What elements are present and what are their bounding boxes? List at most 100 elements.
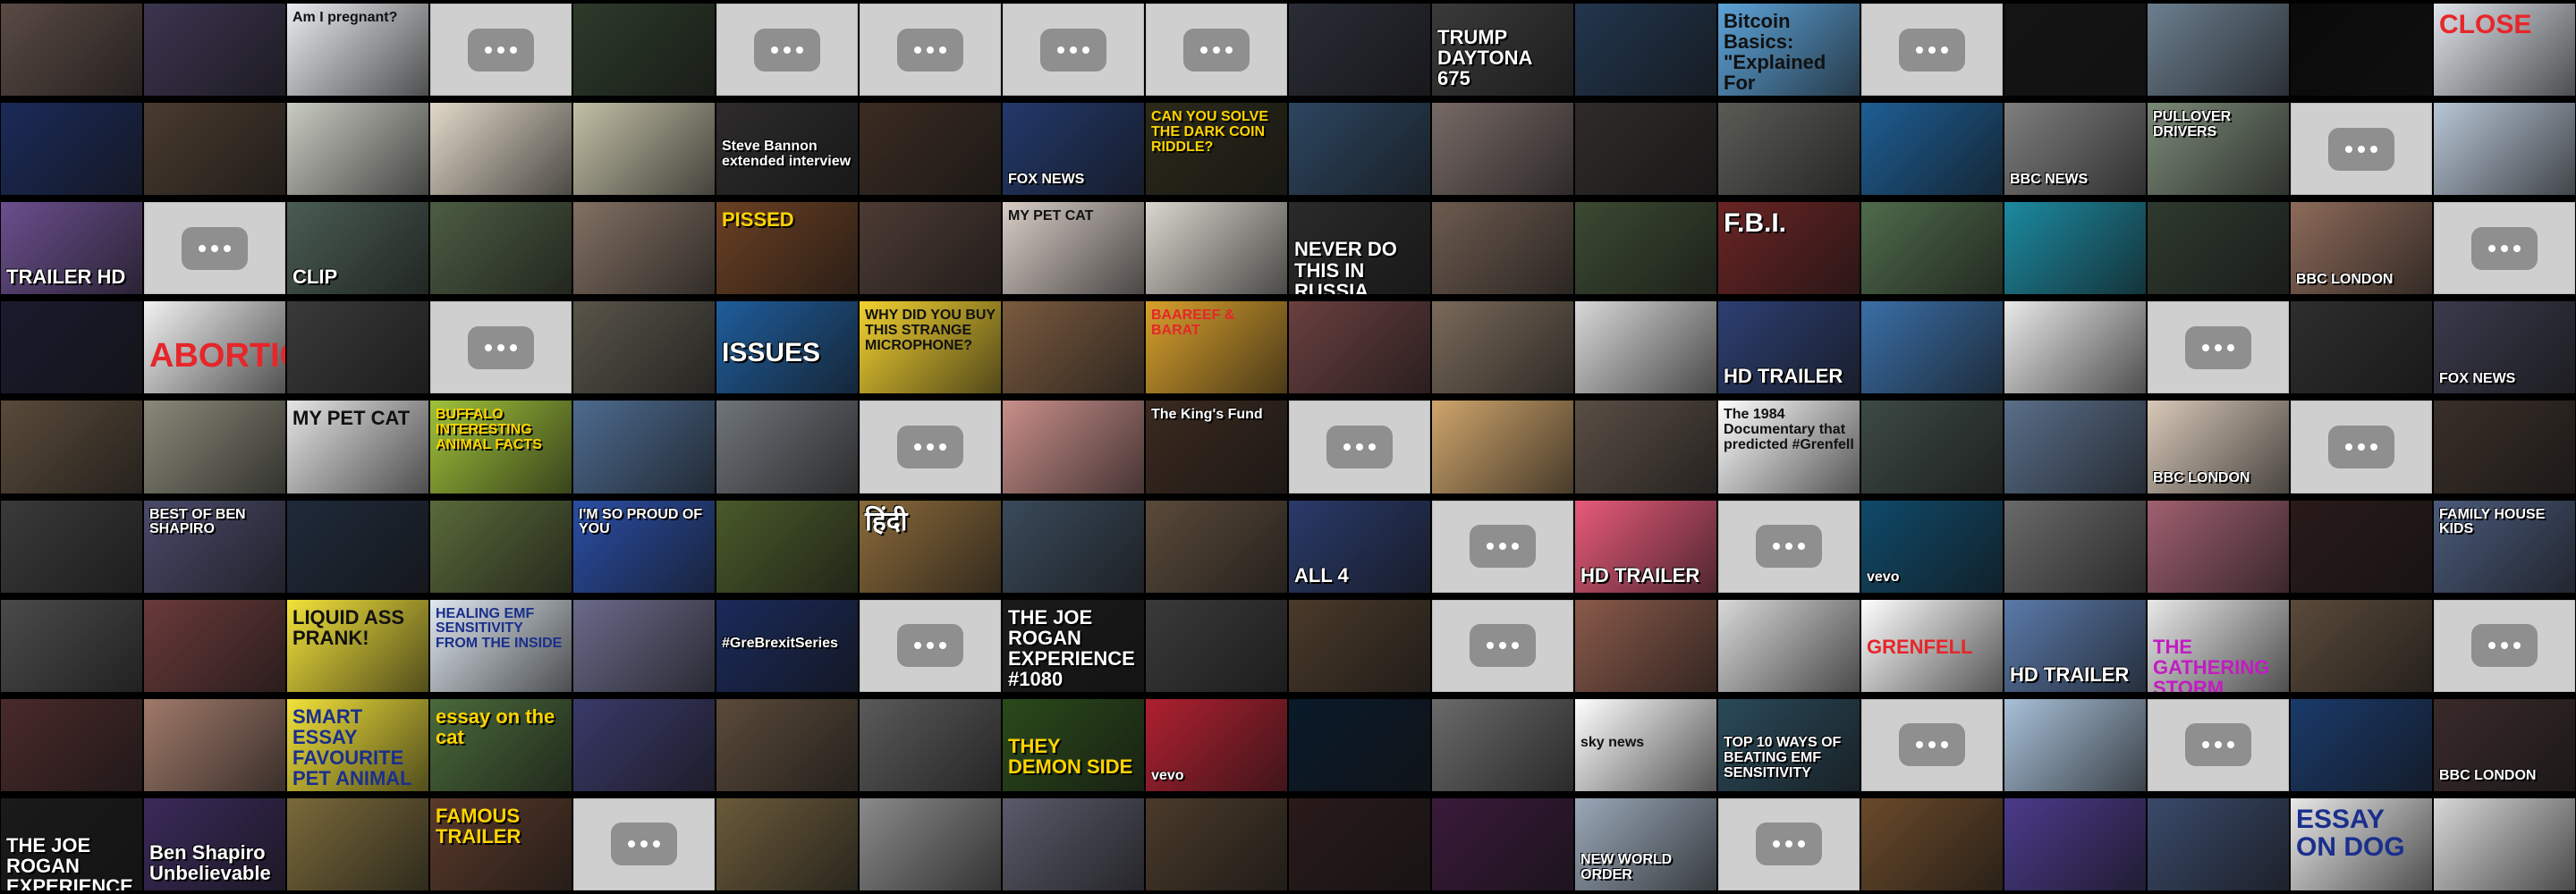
- video-thumbnail[interactable]: [2434, 401, 2575, 493]
- video-thumbnail[interactable]: [573, 103, 715, 196]
- video-thumbnail[interactable]: BAAREEF & BARAT: [1146, 301, 1287, 394]
- video-thumbnail[interactable]: THE JOE ROGAN EXPERIENCE #1127: [1, 797, 142, 890]
- video-thumbnail[interactable]: [144, 698, 285, 791]
- video-thumbnail[interactable]: [716, 500, 858, 593]
- placeholder-thumbnail[interactable]: [2291, 103, 2432, 196]
- video-thumbnail[interactable]: [1718, 103, 1860, 196]
- video-thumbnail[interactable]: ISSUES: [716, 301, 858, 394]
- placeholder-thumbnail[interactable]: [860, 4, 1001, 97]
- video-thumbnail[interactable]: TRAILER HD: [1, 202, 142, 295]
- video-thumbnail[interactable]: [573, 401, 715, 493]
- video-thumbnail[interactable]: [1575, 103, 1716, 196]
- video-thumbnail[interactable]: [573, 4, 715, 97]
- placeholder-thumbnail[interactable]: [2148, 301, 2289, 394]
- video-thumbnail[interactable]: [2004, 301, 2146, 394]
- video-thumbnail[interactable]: [2004, 401, 2146, 493]
- video-thumbnail[interactable]: [430, 103, 572, 196]
- video-thumbnail[interactable]: F.B.I.: [1718, 202, 1860, 295]
- video-thumbnail[interactable]: [1, 599, 142, 692]
- video-thumbnail[interactable]: [287, 103, 428, 196]
- video-thumbnail[interactable]: sky news: [1575, 698, 1716, 791]
- video-thumbnail[interactable]: LIQUID ASS PRANK!: [287, 599, 428, 692]
- placeholder-thumbnail[interactable]: [2148, 698, 2289, 791]
- video-thumbnail[interactable]: The 1984 Documentary that predicted #Gre…: [1718, 401, 1860, 493]
- video-thumbnail[interactable]: [1003, 301, 1144, 394]
- video-thumbnail[interactable]: [1, 301, 142, 394]
- placeholder-thumbnail[interactable]: [2291, 401, 2432, 493]
- video-thumbnail[interactable]: [1, 4, 142, 97]
- video-thumbnail[interactable]: Bitcoin Basics: "Explained For Beginners…: [1718, 4, 1860, 97]
- video-thumbnail[interactable]: [1146, 500, 1287, 593]
- placeholder-thumbnail[interactable]: [716, 4, 858, 97]
- video-thumbnail[interactable]: SMART ESSAY FAVOURITE PET ANIMAL DOG: [287, 698, 428, 791]
- placeholder-thumbnail[interactable]: [144, 202, 285, 295]
- video-thumbnail[interactable]: [1432, 202, 1573, 295]
- placeholder-thumbnail[interactable]: [860, 401, 1001, 493]
- placeholder-thumbnail[interactable]: [860, 599, 1001, 692]
- video-thumbnail[interactable]: [1289, 599, 1430, 692]
- video-thumbnail[interactable]: [287, 301, 428, 394]
- video-thumbnail[interactable]: [573, 698, 715, 791]
- video-thumbnail[interactable]: [1861, 202, 2003, 295]
- placeholder-thumbnail[interactable]: [430, 4, 572, 97]
- video-thumbnail[interactable]: [2291, 500, 2432, 593]
- placeholder-thumbnail[interactable]: [1861, 698, 2003, 791]
- video-thumbnail[interactable]: FAMILY HOUSE KIDS: [2434, 500, 2575, 593]
- video-thumbnail[interactable]: [1146, 202, 1287, 295]
- video-thumbnail[interactable]: [1, 698, 142, 791]
- video-thumbnail[interactable]: [430, 500, 572, 593]
- video-thumbnail[interactable]: [573, 202, 715, 295]
- video-thumbnail[interactable]: [1, 401, 142, 493]
- video-thumbnail[interactable]: FAMOUS TRAILER: [430, 797, 572, 890]
- placeholder-thumbnail[interactable]: [1432, 599, 1573, 692]
- video-thumbnail[interactable]: vevo: [1861, 500, 2003, 593]
- video-thumbnail[interactable]: [860, 103, 1001, 196]
- placeholder-thumbnail[interactable]: [1718, 797, 1860, 890]
- placeholder-thumbnail[interactable]: [430, 301, 572, 394]
- video-thumbnail[interactable]: [1432, 301, 1573, 394]
- video-thumbnail[interactable]: #GreBrexitSeries: [716, 599, 858, 692]
- video-thumbnail[interactable]: TRUMP DAYTONA 675: [1432, 4, 1573, 97]
- placeholder-thumbnail[interactable]: [573, 797, 715, 890]
- video-thumbnail[interactable]: [716, 698, 858, 791]
- video-thumbnail[interactable]: BBC LONDON: [2434, 698, 2575, 791]
- video-thumbnail[interactable]: [2148, 202, 2289, 295]
- video-thumbnail[interactable]: [2004, 202, 2146, 295]
- video-thumbnail[interactable]: MY PET CAT: [1003, 202, 1144, 295]
- placeholder-thumbnail[interactable]: [2434, 599, 2575, 692]
- video-thumbnail[interactable]: [2434, 797, 2575, 890]
- video-thumbnail[interactable]: [430, 202, 572, 295]
- video-thumbnail[interactable]: THE GATHERING STORM: [2148, 599, 2289, 692]
- video-thumbnail[interactable]: [1432, 103, 1573, 196]
- placeholder-thumbnail[interactable]: [1146, 4, 1287, 97]
- placeholder-thumbnail[interactable]: [1861, 4, 2003, 97]
- video-thumbnail[interactable]: essay on the cat: [430, 698, 572, 791]
- video-thumbnail[interactable]: हिंदी: [860, 500, 1001, 593]
- video-thumbnail[interactable]: BBC NEWS: [2004, 103, 2146, 196]
- video-thumbnail[interactable]: NEW WORLD ORDER: [1575, 797, 1716, 890]
- video-thumbnail[interactable]: Ben Shapiro Unbelievable: [144, 797, 285, 890]
- placeholder-thumbnail[interactable]: [1718, 500, 1860, 593]
- video-thumbnail[interactable]: PISSED: [716, 202, 858, 295]
- video-thumbnail[interactable]: [1575, 4, 1716, 97]
- video-thumbnail[interactable]: BBC LONDON: [2291, 202, 2432, 295]
- video-thumbnail[interactable]: [1003, 500, 1144, 593]
- video-thumbnail[interactable]: [716, 797, 858, 890]
- video-thumbnail[interactable]: [1, 500, 142, 593]
- video-thumbnail[interactable]: TOP 10 WAYS OF BEATING EMF SENSITIVITY: [1718, 698, 1860, 791]
- video-thumbnail[interactable]: FOX NEWS: [1003, 103, 1144, 196]
- video-thumbnail[interactable]: [1861, 301, 2003, 394]
- video-thumbnail[interactable]: [2291, 301, 2432, 394]
- video-thumbnail[interactable]: [1861, 103, 2003, 196]
- video-thumbnail[interactable]: CAN YOU SOLVE THE DARK COIN RIDDLE?: [1146, 103, 1287, 196]
- placeholder-thumbnail[interactable]: [2434, 202, 2575, 295]
- video-thumbnail[interactable]: [144, 599, 285, 692]
- video-thumbnail[interactable]: BBC LONDON: [2148, 401, 2289, 493]
- video-thumbnail[interactable]: HD TRAILER: [2004, 599, 2146, 692]
- video-thumbnail[interactable]: [2291, 698, 2432, 791]
- video-thumbnail[interactable]: [2291, 599, 2432, 692]
- video-thumbnail[interactable]: [287, 797, 428, 890]
- video-thumbnail[interactable]: CLOSE: [2434, 4, 2575, 97]
- video-thumbnail[interactable]: vevo: [1146, 698, 1287, 791]
- video-thumbnail[interactable]: [2004, 698, 2146, 791]
